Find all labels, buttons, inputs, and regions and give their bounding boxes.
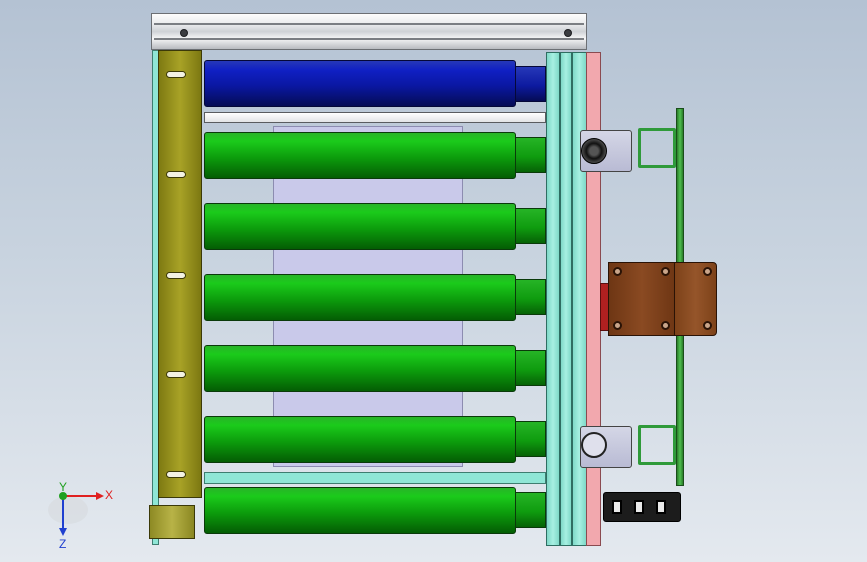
roller-2[interactable] [204, 203, 516, 250]
z-label: Z [59, 537, 66, 550]
motor-body[interactable] [608, 262, 676, 336]
roller-shaft[interactable] [515, 421, 546, 457]
right-side-plate[interactable] [586, 52, 601, 546]
roller-shaft[interactable] [515, 492, 546, 528]
bolt-icon [703, 267, 712, 276]
rail-groove [154, 38, 584, 40]
slot-hole-icon [166, 171, 186, 178]
roller-bottom[interactable] [204, 487, 516, 534]
left-mounting-plate[interactable] [158, 50, 202, 498]
axis-triad: X Y Z [48, 480, 113, 550]
top-aluminum-rail[interactable] [151, 13, 587, 50]
bearing-bracket[interactable] [638, 128, 676, 168]
roller-5[interactable] [204, 416, 516, 463]
bolt-icon [661, 267, 670, 276]
motor-gearbox[interactable] [674, 262, 717, 336]
chain-link [656, 500, 666, 514]
rail-groove [154, 23, 584, 25]
triad-shadow [48, 496, 88, 524]
right-side-frame[interactable] [572, 52, 587, 546]
roller-3[interactable] [204, 274, 516, 321]
drive-chain[interactable] [603, 492, 681, 522]
roller-1[interactable] [204, 132, 516, 179]
y-label: Y [59, 480, 67, 494]
bolt-icon [581, 138, 607, 164]
chain-link [634, 500, 644, 514]
roller-shaft[interactable] [515, 137, 546, 173]
left-corner-bracket[interactable] [149, 505, 195, 539]
bolt-icon [613, 321, 622, 330]
bearing-bracket[interactable] [638, 425, 676, 465]
slot-hole-icon [166, 272, 186, 279]
roller-top[interactable] [204, 60, 516, 107]
cross-bar[interactable] [204, 112, 546, 123]
bolt-icon [703, 321, 712, 330]
roller-shaft[interactable] [515, 350, 546, 386]
bolt-icon [661, 321, 670, 330]
right-side-frame[interactable] [546, 52, 560, 546]
bolt-icon [613, 267, 622, 276]
right-side-frame[interactable] [560, 52, 572, 546]
roller-shaft[interactable] [515, 208, 546, 244]
slot-hole-icon [166, 371, 186, 378]
roller-shaft[interactable] [515, 279, 546, 315]
roller-shaft[interactable] [515, 66, 546, 102]
chain-link [612, 500, 622, 514]
roller-4[interactable] [204, 345, 516, 392]
screw-hole-icon [180, 29, 188, 37]
screw-hole-icon [564, 29, 572, 37]
bolt-icon [581, 432, 607, 458]
z-arrow-head-icon [59, 528, 67, 536]
slot-hole-icon [166, 471, 186, 478]
x-label: X [105, 488, 113, 502]
x-arrow-head-icon [96, 492, 104, 500]
cross-bar[interactable] [204, 472, 546, 484]
slot-hole-icon [166, 71, 186, 78]
